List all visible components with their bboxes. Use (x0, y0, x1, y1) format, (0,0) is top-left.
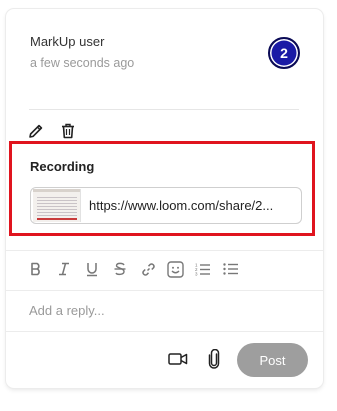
emoji-icon (166, 260, 184, 278)
link-icon (141, 262, 155, 276)
link-button[interactable] (139, 259, 157, 279)
comment-number-badge[interactable]: 2 (268, 37, 300, 69)
bold-icon (31, 262, 40, 276)
numbered-list-icon: 1 2 3 (195, 263, 210, 277)
comment-timestamp: a few seconds ago (30, 56, 135, 70)
italic-icon (59, 262, 69, 276)
bullet-list-icon (223, 263, 238, 275)
reply-input[interactable] (22, 297, 302, 323)
comment-card: MarkUp user a few seconds ago 2 Recordin… (6, 9, 323, 388)
comment-author: MarkUp user (30, 34, 105, 49)
recording-link[interactable]: https://www.loom.com/share/2... (30, 187, 302, 224)
underline-icon (87, 262, 97, 276)
trash-icon (62, 123, 74, 139)
strikethrough-button[interactable] (111, 259, 129, 279)
numbered-list-button[interactable]: 1 2 3 (194, 259, 212, 279)
delete-button[interactable] (59, 122, 77, 140)
italic-button[interactable] (55, 259, 73, 279)
record-video-button[interactable] (167, 349, 189, 369)
divider (6, 331, 323, 332)
recording-thumbnail (33, 189, 81, 222)
bold-button[interactable] (27, 259, 45, 279)
video-camera-icon (168, 353, 188, 365)
emoji-button[interactable] (166, 259, 184, 279)
recording-title: Recording (30, 159, 95, 174)
recording-section: Recording https://www.loom.com/share/2..… (9, 141, 315, 236)
paperclip-icon (208, 349, 220, 369)
divider (6, 250, 323, 251)
pencil-icon (29, 124, 43, 138)
recording-url: https://www.loom.com/share/2... (89, 198, 274, 213)
underline-button[interactable] (83, 259, 101, 279)
edit-button[interactable] (27, 122, 45, 140)
bullet-list-button[interactable] (222, 259, 240, 279)
attach-button[interactable] (206, 348, 222, 370)
divider (6, 290, 323, 291)
post-button[interactable]: Post (237, 343, 308, 377)
strikethrough-icon (114, 262, 126, 276)
svg-text:3: 3 (195, 272, 198, 277)
formatting-toolbar: 1 2 3 (26, 259, 266, 279)
divider (29, 109, 299, 110)
